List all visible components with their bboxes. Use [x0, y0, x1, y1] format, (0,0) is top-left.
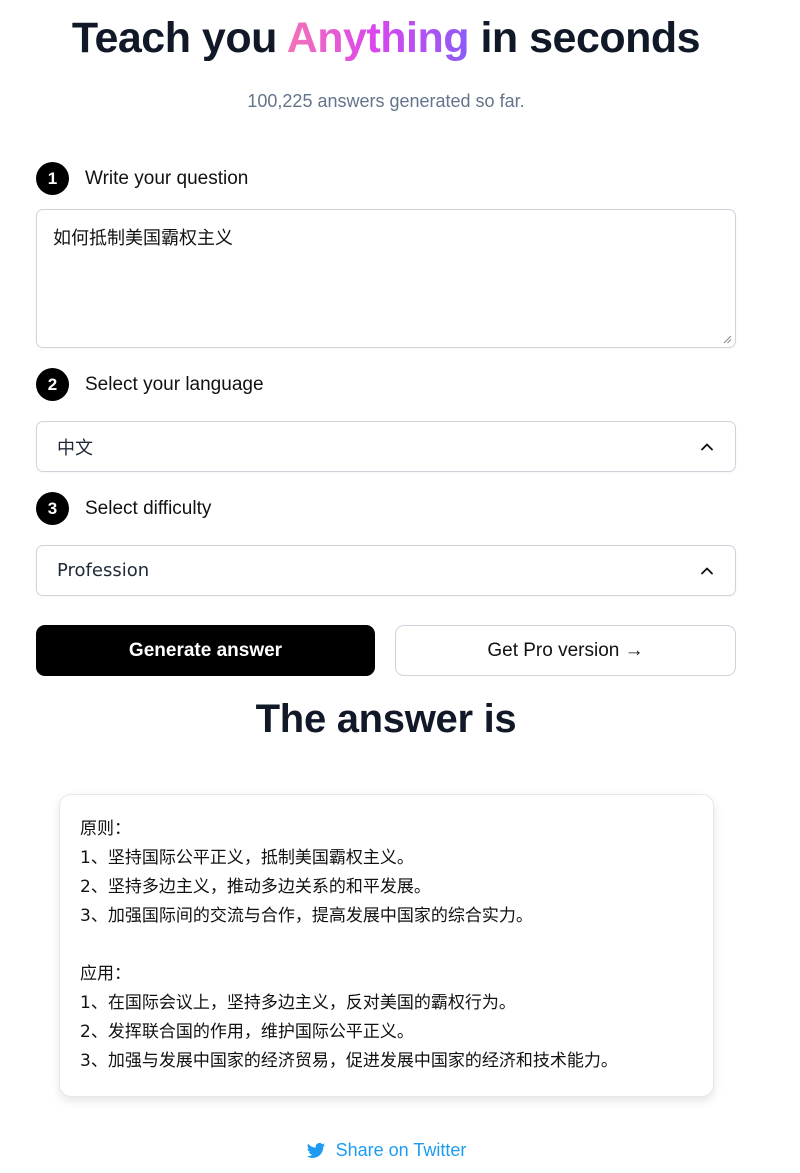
share-on-twitter-link[interactable]: Share on Twitter: [0, 1140, 772, 1161]
question-text: 如何抵制美国霸权主义: [53, 228, 233, 249]
title-highlight: Anything: [286, 14, 470, 62]
page-title: Teach you Anything in seconds: [0, 14, 772, 63]
chevron-up-icon: [701, 567, 713, 574]
difficulty-select-value: Profession: [57, 560, 150, 581]
answer-line: 2、发挥联合国的作用，维护国际公平正义。: [80, 1022, 414, 1042]
answer-line: 1、坚持国际公平正义，抵制美国霸权主义。: [80, 848, 414, 868]
answer-line: 3、加强与发展中国家的经济贸易，促进发展中国家的经济和技术能力。: [80, 1051, 618, 1071]
answer-heading: The answer is: [255, 697, 517, 741]
step-label: Write your question: [85, 167, 249, 189]
title-suffix: in seconds: [480, 14, 701, 62]
question-textarea[interactable]: 如何抵制美国霸权主义: [36, 209, 736, 348]
answers-counter: 100,225 answers generated so far.: [247, 91, 525, 111]
answer-line: [80, 931, 693, 960]
step-number-badge: 2: [36, 368, 69, 401]
resize-handle-icon[interactable]: [722, 334, 732, 344]
answer-line: 1、在国际会议上，坚持多边主义，反对美国的霸权行为。: [80, 993, 516, 1013]
difficulty-select[interactable]: Profession: [36, 545, 736, 596]
title-prefix: Teach you: [71, 14, 277, 62]
step-number-badge: 1: [36, 162, 69, 195]
step-3: 3 Select difficulty: [36, 492, 211, 525]
share-label: Share on Twitter: [335, 1140, 467, 1160]
step-1: 1 Write your question: [36, 162, 248, 195]
language-select[interactable]: 中文: [36, 421, 736, 472]
step-label: Select your language: [85, 373, 264, 395]
answer-line: 3、加强国际间的交流与合作，提高发展中国家的综合实力。: [80, 906, 533, 926]
answer-line: 原则：: [80, 819, 131, 839]
language-select-value: 中文: [57, 437, 93, 459]
twitter-icon: [306, 1142, 325, 1158]
step-number-badge: 3: [36, 492, 69, 525]
step-2: 2 Select your language: [36, 368, 264, 401]
answer-line: 应用：: [80, 964, 131, 984]
get-pro-version-button[interactable]: Get Pro version →: [395, 625, 736, 676]
answer-line: 2、坚持多边主义，推动多边关系的和平发展。: [80, 877, 431, 897]
answer-card: 原则： 1、坚持国际公平正义，抵制美国霸权主义。 2、坚持多边主义，推动多边关系…: [59, 794, 714, 1097]
generate-answer-button[interactable]: Generate answer: [36, 625, 375, 676]
step-label: Select difficulty: [85, 497, 212, 519]
chevron-up-icon: [701, 443, 713, 450]
